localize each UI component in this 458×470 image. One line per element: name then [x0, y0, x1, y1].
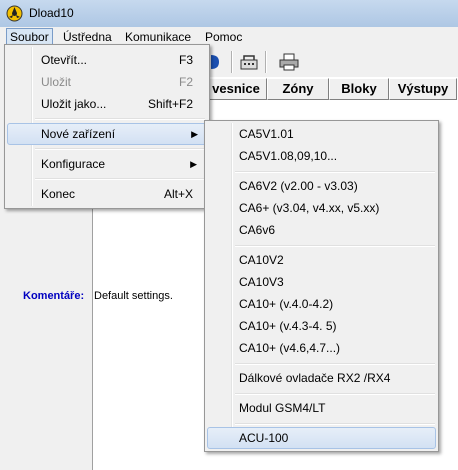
menu-item-open-shortcut: F3 [178, 53, 193, 67]
menu-item-new-device-label: Nové zařízení [41, 127, 116, 141]
submenu-item-acu100[interactable]: ACU-100 [207, 427, 436, 449]
submenu-item-remote-controls[interactable]: Dálkové ovladače RX2 /RX4 [207, 367, 434, 389]
submenu-item-label: CA6v6 [239, 223, 276, 237]
tab-strip: vesnice Zóny Bloky Výstupy [205, 78, 458, 100]
window-title: Dload10 [29, 6, 74, 20]
submenu-item-label: Dálkové ovladače RX2 /RX4 [239, 371, 391, 385]
printer-icon[interactable] [277, 50, 301, 74]
menu-item-configuration-label: Konfigurace [41, 157, 106, 171]
submenu-item-label: CA5V1.08,09,10... [239, 149, 338, 163]
menu-separator [35, 178, 205, 180]
toolbar [205, 47, 458, 77]
file-menu-dropdown: Otevřít... F3 Uložit F2 Uložit jako... S… [4, 44, 210, 209]
submenu-item-label: Modul GSM4/LT [239, 401, 326, 415]
menu-item-save-shortcut: F2 [178, 75, 193, 89]
submenu-item-ca10plus-46[interactable]: CA10+ (v4.6,4.7...) [207, 337, 434, 359]
menu-item-save[interactable]: Uložit F2 [7, 71, 205, 93]
comment-label: Komentáře: [23, 290, 85, 302]
submenu-item-label: CA5V1.01 [239, 127, 294, 141]
menu-item-save-label: Uložit [41, 75, 72, 89]
tab-vystupy[interactable]: Výstupy [389, 78, 457, 100]
menu-item-exit[interactable]: Konec Alt+X [7, 183, 205, 205]
title-bar: Dload10 [0, 0, 458, 27]
menu-item-save-as-label: Uložit jako... [41, 97, 107, 111]
menu-item-open[interactable]: Otevřít... F3 [7, 49, 205, 71]
submenu-item-gsm4[interactable]: Modul GSM4/LT [207, 397, 434, 419]
comment-value: Default settings. [94, 290, 173, 302]
submenu-item-label: ACU-100 [239, 431, 289, 445]
submenu-item-label: CA6+ (v3.04, v4.xx, v5.xx) [239, 201, 380, 215]
submenu-item-label: CA10+ (v4.6,4.7...) [239, 341, 341, 355]
menu-item-save-as[interactable]: Uložit jako... Shift+F2 [7, 93, 205, 115]
menu-pomoc[interactable]: Pomoc [202, 29, 245, 45]
submenu-item-ca10v3[interactable]: CA10V3 [207, 271, 434, 293]
new-device-submenu: CA5V1.01 CA5V1.08,09,10... CA6V2 (v2.00 … [204, 120, 439, 452]
submenu-item-ca5v101[interactable]: CA5V1.01 [207, 123, 434, 145]
menu-separator [35, 148, 205, 150]
menu-separator [235, 423, 435, 425]
submenu-item-label: CA6V2 (v2.00 - v3.03) [239, 179, 358, 193]
submenu-item-ca6v6[interactable]: CA6v6 [207, 219, 434, 241]
submenu-item-ca5v108[interactable]: CA5V1.08,09,10... [207, 145, 434, 167]
submenu-item-label: CA10V3 [239, 275, 284, 289]
submenu-item-ca6v2[interactable]: CA6V2 (v2.00 - v3.03) [207, 175, 434, 197]
menu-separator [235, 363, 435, 365]
menu-item-new-device[interactable]: Nové zařízení ▶ [7, 123, 207, 145]
toolbar-separator [231, 51, 233, 73]
menu-separator [235, 245, 435, 247]
app-icon [6, 5, 23, 22]
submenu-arrow-icon: ▶ [191, 129, 198, 139]
menu-item-exit-shortcut: Alt+X [163, 187, 193, 201]
tab-vesnice[interactable]: vesnice [205, 78, 267, 100]
menu-separator [235, 171, 435, 173]
tab-zony[interactable]: Zóny [267, 78, 329, 100]
submenu-item-ca10plus-43[interactable]: CA10+ (v.4.3-4. 5) [207, 315, 434, 337]
menu-separator [35, 118, 205, 120]
menu-item-save-as-shortcut: Shift+F2 [147, 97, 193, 111]
menu-komunikace[interactable]: Komunikace [122, 29, 194, 45]
submenu-item-ca6plus[interactable]: CA6+ (v3.04, v4.xx, v5.xx) [207, 197, 434, 219]
menu-ustredna[interactable]: Ústředna [60, 29, 115, 45]
menu-separator [235, 393, 435, 395]
submenu-item-label: CA10+ (v.4.3-4. 5) [239, 319, 337, 333]
submenu-item-label: CA10+ (v.4.0-4.2) [239, 297, 334, 311]
submenu-arrow-icon: ▶ [190, 159, 197, 169]
submenu-item-ca10plus-40[interactable]: CA10+ (v.4.0-4.2) [207, 293, 434, 315]
modem-icon[interactable] [237, 50, 261, 74]
menu-item-open-label: Otevřít... [41, 53, 88, 67]
menu-item-exit-label: Konec [41, 187, 76, 201]
toolbar-separator [265, 51, 267, 73]
menu-item-configuration[interactable]: Konfigurace ▶ [7, 153, 205, 175]
tab-bloky[interactable]: Bloky [329, 78, 389, 100]
submenu-item-ca10v2[interactable]: CA10V2 [207, 249, 434, 271]
submenu-item-label: CA10V2 [239, 253, 284, 267]
